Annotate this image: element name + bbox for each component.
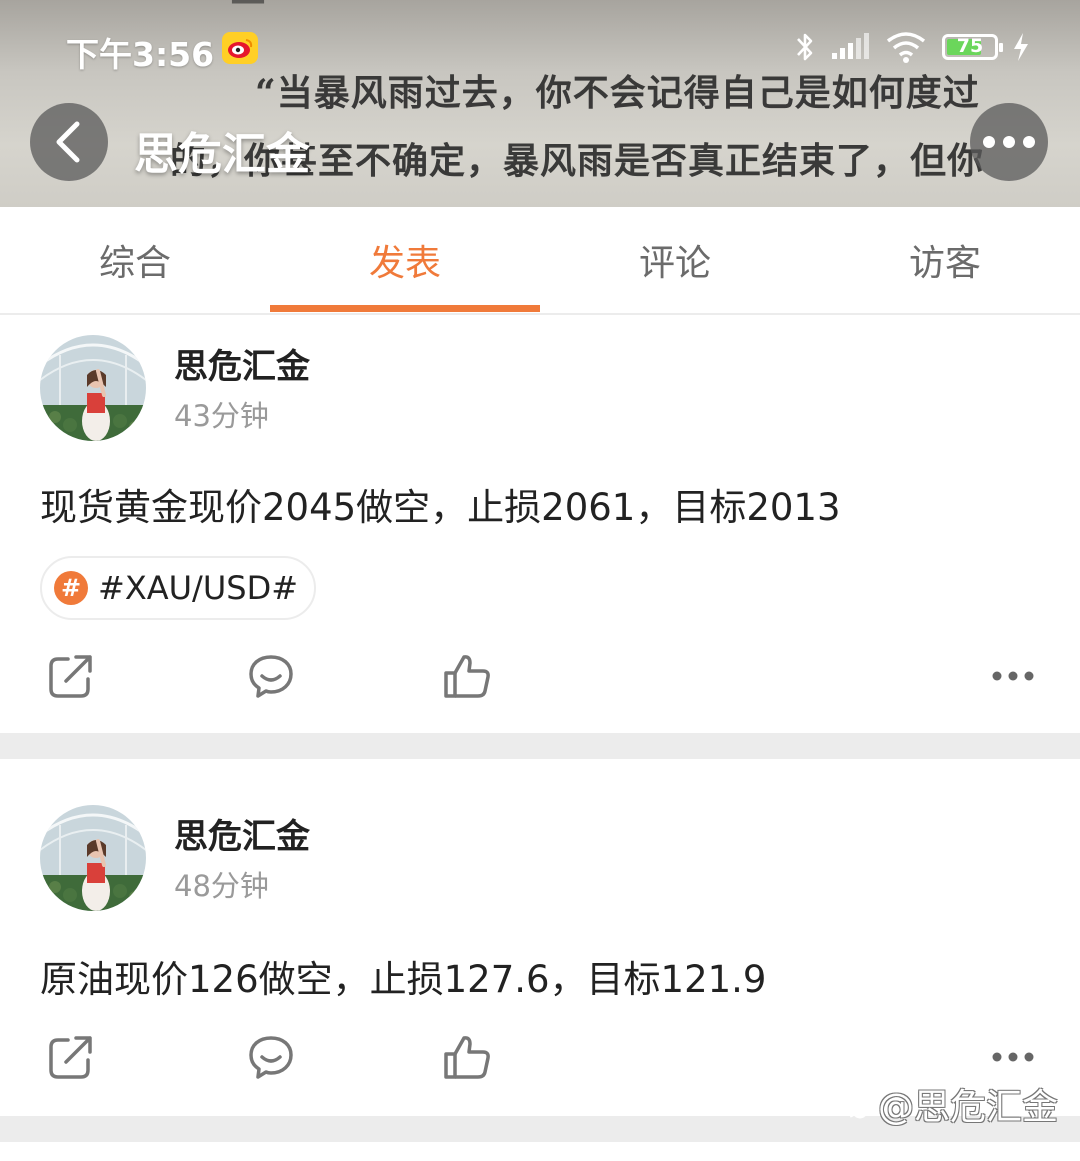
topic-tag[interactable]: # #XAU/USD# bbox=[40, 556, 317, 620]
active-tab-indicator bbox=[270, 305, 540, 312]
post-divider bbox=[0, 733, 1080, 759]
more-options-button[interactable] bbox=[970, 103, 1048, 181]
comment-button[interactable] bbox=[246, 1032, 296, 1082]
signal-icon bbox=[832, 33, 869, 59]
back-button[interactable] bbox=[30, 103, 108, 181]
status-time: 下午3:56 bbox=[66, 35, 215, 74]
thumbs-up-icon bbox=[444, 1036, 490, 1079]
more-horizontal-icon bbox=[992, 671, 1034, 681]
status-icons: 75 bbox=[794, 30, 1030, 64]
topic-label: #XAU/USD# bbox=[98, 569, 299, 607]
post-time: 43分钟 bbox=[174, 399, 269, 433]
tab-visitors[interactable]: 访客 bbox=[810, 207, 1080, 313]
avatar[interactable] bbox=[40, 805, 146, 911]
post-more-button[interactable] bbox=[988, 651, 1038, 701]
share-icon bbox=[49, 1036, 92, 1079]
weibo-logo-icon bbox=[849, 1095, 875, 1119]
profile-tabs: 综合 发表 评论 访客 bbox=[0, 207, 1080, 315]
bluetooth-icon bbox=[797, 33, 813, 61]
profile-header: — “当暴风雨过去，你不会记得自己是如何度过 的，你甚至不确定，暴风雨是否真正结… bbox=[0, 0, 1080, 207]
battery-cap bbox=[999, 43, 1003, 52]
wifi-icon bbox=[886, 32, 926, 63]
comment-icon bbox=[249, 655, 293, 698]
header-background-text: “当暴风雨过去，你不会记得自己是如何度过 bbox=[255, 72, 980, 114]
more-horizontal-icon bbox=[983, 136, 1035, 148]
chevron-left-icon bbox=[56, 121, 80, 163]
post-card: 思危汇金 43分钟 现货黄金现价2045做空，止损2061，目标2013 # #… bbox=[0, 315, 1080, 733]
comment-button[interactable] bbox=[246, 651, 296, 701]
share-button[interactable] bbox=[46, 651, 96, 701]
watermark-text: @思危汇金 bbox=[878, 1087, 1059, 1128]
share-button[interactable] bbox=[46, 1032, 96, 1082]
post-author[interactable]: 思危汇金 bbox=[174, 339, 310, 388]
watermark: @思危汇金 bbox=[846, 1078, 1058, 1130]
header-background-text: — bbox=[190, 193, 226, 207]
post-author[interactable]: 思危汇金 bbox=[174, 809, 310, 858]
battery-indicator: 75 bbox=[942, 34, 1003, 60]
tab-overview[interactable]: 综合 bbox=[0, 207, 270, 313]
post-card: 思危汇金 48分钟 原油现价126做空，止损127.6，目标121.9 bbox=[0, 759, 1080, 1116]
post-time: 48分钟 bbox=[174, 869, 269, 903]
avatar[interactable] bbox=[40, 335, 146, 441]
header-background-text: — bbox=[230, 0, 266, 20]
battery-level-text: 75 bbox=[956, 35, 984, 57]
comment-icon bbox=[249, 1036, 293, 1079]
header-title: 思危汇金 bbox=[134, 129, 310, 180]
post-content[interactable]: 现货黄金现价2045做空，止损2061，目标2013 bbox=[40, 477, 841, 531]
tab-posts[interactable]: 发表 bbox=[270, 207, 540, 313]
hashtag-icon: # bbox=[54, 571, 88, 605]
like-button[interactable] bbox=[442, 651, 492, 701]
like-button[interactable] bbox=[442, 1032, 492, 1082]
more-horizontal-icon bbox=[992, 1052, 1034, 1062]
thumbs-up-icon bbox=[444, 655, 490, 698]
share-icon bbox=[49, 655, 92, 698]
post-content[interactable]: 原油现价126做空，止损127.6，目标121.9 bbox=[40, 949, 766, 1003]
tab-comments[interactable]: 评论 bbox=[540, 207, 810, 313]
weibo-icon bbox=[222, 32, 258, 64]
post-more-button[interactable] bbox=[988, 1032, 1038, 1082]
charging-icon bbox=[1014, 33, 1028, 61]
